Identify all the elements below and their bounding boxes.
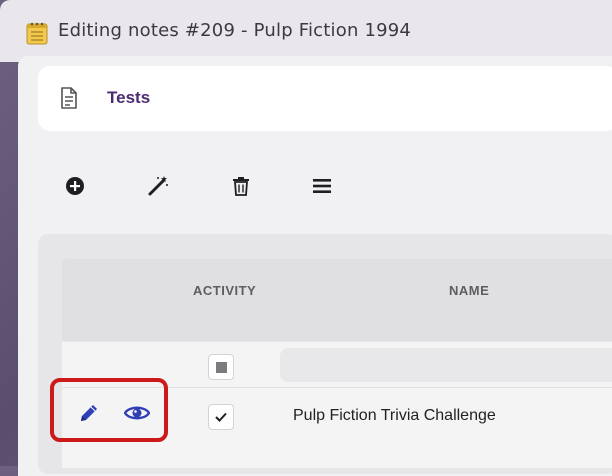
table-header [62, 259, 612, 341]
row-name-cell: Pulp Fiction Trivia Challenge [293, 407, 496, 424]
checkmark-icon [215, 412, 227, 422]
column-header-activity[interactable]: ACTIVITY [193, 283, 256, 298]
plus-circle-icon [66, 177, 84, 195]
delete-button[interactable] [229, 174, 253, 198]
activity-filter-checkbox[interactable] [208, 354, 234, 380]
hamburger-menu-icon [313, 179, 331, 193]
document-icon [59, 86, 79, 110]
highlight-box [50, 378, 168, 442]
indeterminate-mark-icon [215, 361, 227, 373]
activity-checkbox[interactable] [208, 404, 234, 430]
name-filter-input[interactable] [280, 348, 612, 382]
add-button[interactable] [63, 174, 87, 198]
column-header-name[interactable]: NAME [449, 283, 489, 298]
window-title: Editing notes #209 - Pulp Fiction 1994 [58, 20, 412, 41]
trash-icon [233, 177, 249, 196]
notepad-icon [26, 21, 48, 45]
menu-button[interactable] [310, 174, 334, 198]
generate-button[interactable] [146, 174, 170, 198]
magic-wand-icon [148, 176, 168, 196]
section-title: Tests [107, 88, 151, 107]
